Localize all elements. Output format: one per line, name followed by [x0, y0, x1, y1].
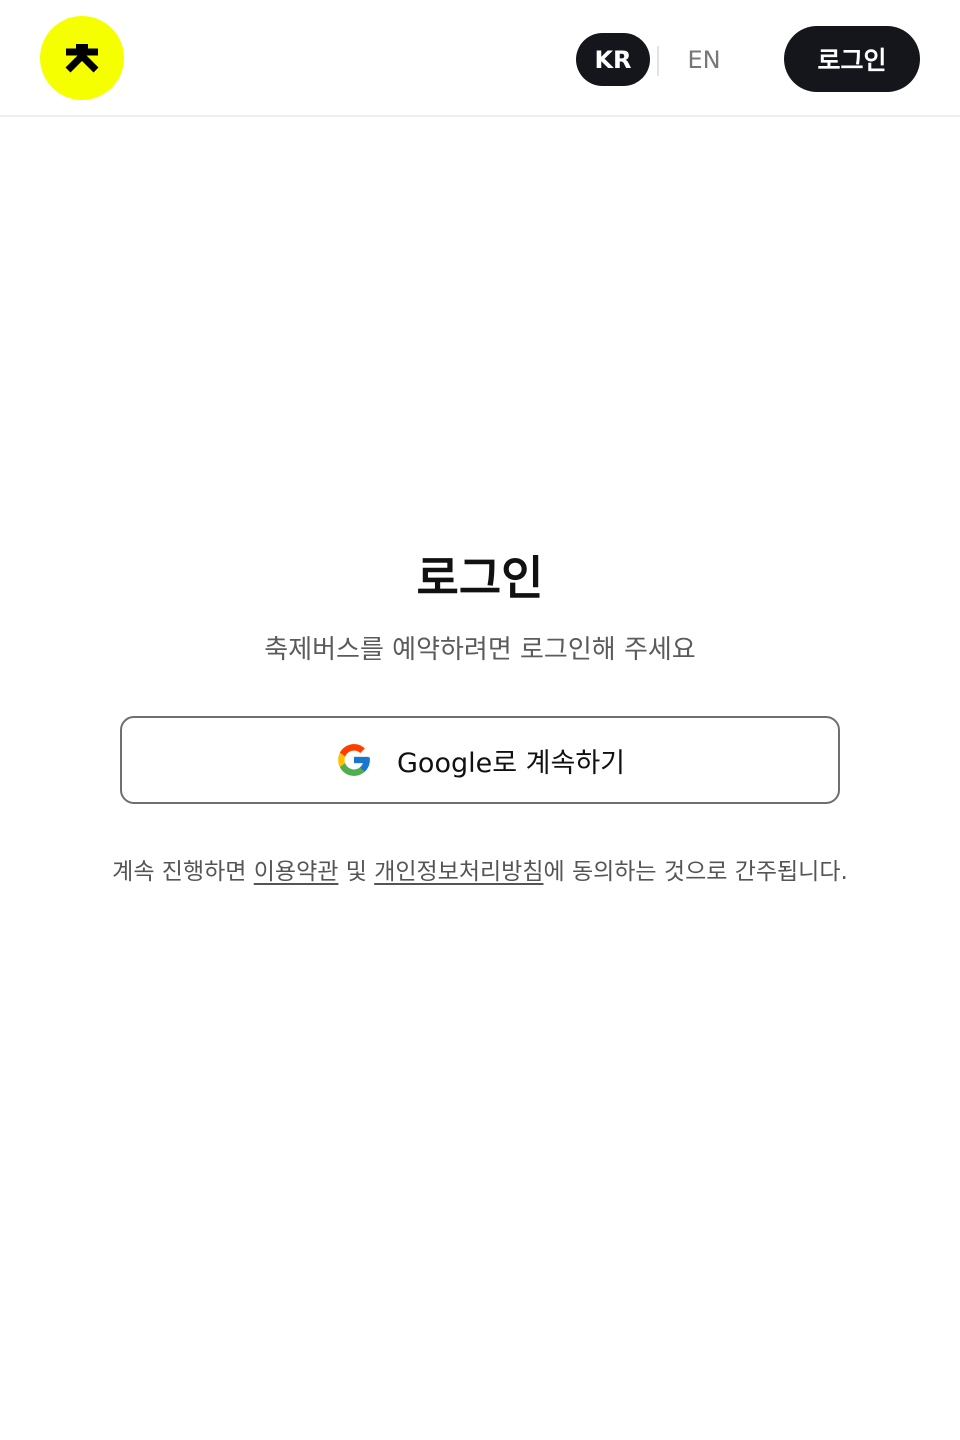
language-en-button[interactable]: EN: [674, 33, 734, 86]
language-kr-button[interactable]: KR: [576, 33, 650, 86]
festival-bus-logo-icon: [65, 44, 99, 73]
terms-prefix: 계속 진행하면: [112, 859, 254, 885]
terms-of-service-link[interactable]: 이용약관: [254, 859, 339, 885]
logo[interactable]: [40, 16, 124, 100]
google-login-button[interactable]: Google로 계속하기: [120, 716, 840, 804]
language-divider: [657, 46, 659, 76]
google-login-label: Google로 계속하기: [397, 747, 625, 779]
header-login-button[interactable]: 로그인: [784, 26, 920, 92]
top-navigation-bar: KR EN 로그인: [0, 0, 960, 117]
page-title: 로그인: [416, 551, 544, 605]
google-g-icon: [338, 744, 370, 776]
terms-middle: 및: [338, 859, 375, 885]
page-subtitle: 축제버스를 예약하려면 로그인해 주세요: [264, 635, 696, 665]
terms-notice: 계속 진행하면 이용약관 및 개인정보처리방침에 동의하는 것으로 간주됩니다.: [110, 853, 850, 892]
privacy-policy-link[interactable]: 개인정보처리방침: [374, 859, 543, 885]
terms-suffix: 에 동의하는 것으로 간주됩니다.: [543, 859, 848, 885]
